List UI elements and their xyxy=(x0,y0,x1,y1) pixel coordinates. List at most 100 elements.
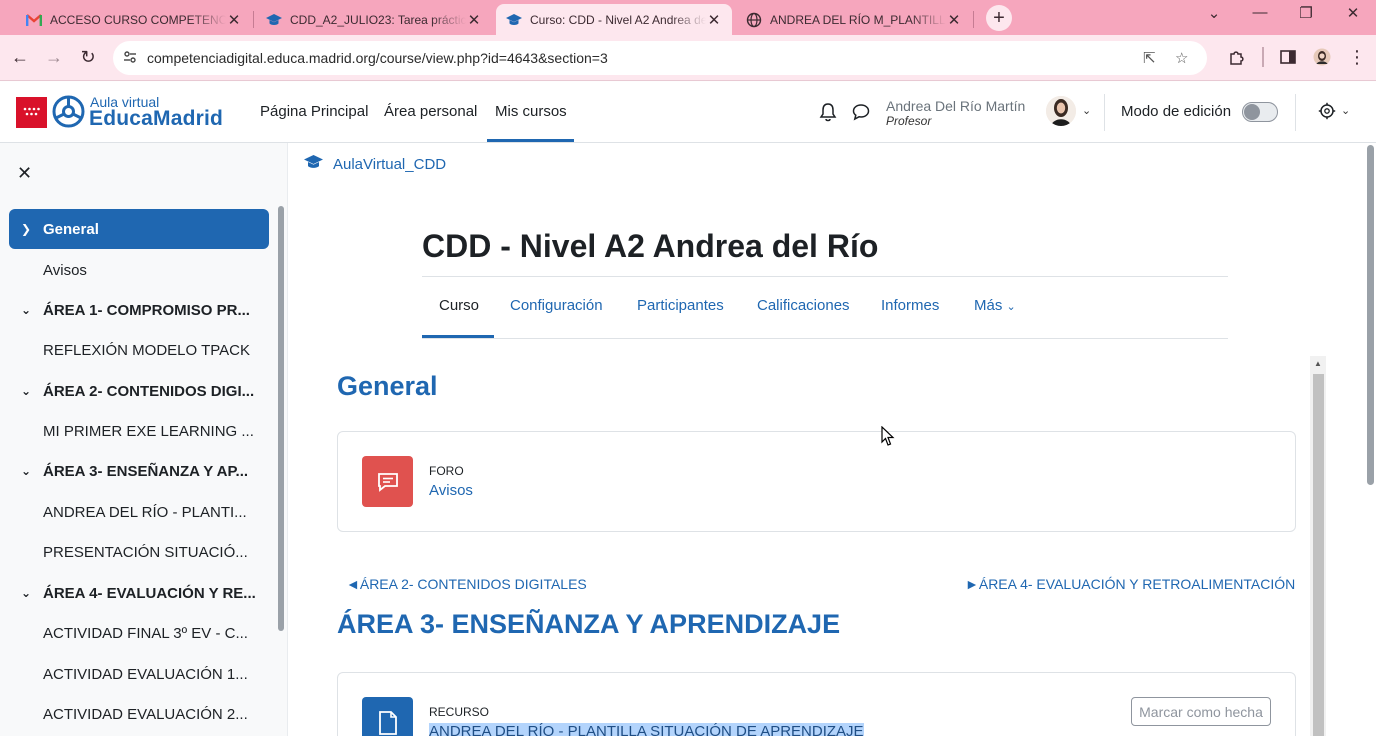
restore-window-icon[interactable]: ❐ xyxy=(1291,4,1321,22)
share-icon[interactable]: ⇱ xyxy=(1143,49,1156,67)
browser-tab-course-active[interactable]: Curso: CDD - Nivel A2 Andrea del Río ✕ xyxy=(496,4,732,35)
address-bar[interactable]: competenciadigital.educa.madrid.org/cour… xyxy=(113,41,1207,75)
course-secondary-nav: Curso Configuración Participantes Califi… xyxy=(422,277,1228,339)
bookmark-star-icon[interactable]: ☆ xyxy=(1175,49,1188,67)
course-index-section-area1[interactable]: ⌄ ÁREA 1- COMPROMISO PR... xyxy=(9,290,269,330)
side-panel-icon[interactable] xyxy=(1276,45,1300,69)
notifications-bell-icon[interactable] xyxy=(819,102,837,127)
nav-link-mis-cursos[interactable]: Mis cursos xyxy=(495,103,567,120)
tab-mas-label: Más xyxy=(974,297,1003,314)
new-tab-plus-icon[interactable]: + xyxy=(986,5,1012,31)
tab-mas[interactable]: Más ⌄ xyxy=(974,297,1016,314)
nav-link-pagina-principal[interactable]: Página Principal xyxy=(260,103,368,120)
scroll-up-arrow-icon[interactable]: ▲ xyxy=(1314,359,1322,368)
chevron-down-icon[interactable]: ❯ xyxy=(9,222,43,236)
active-nav-indicator xyxy=(487,139,574,142)
file-document-icon[interactable] xyxy=(362,697,413,736)
close-tab-icon[interactable]: ✕ xyxy=(466,11,482,29)
educamadrid-logo-icon[interactable] xyxy=(52,95,85,128)
course-index-item-actividad-final[interactable]: ACTIVIDAD FINAL 3º EV - C... xyxy=(9,613,269,653)
minimize-window-icon[interactable]: — xyxy=(1245,4,1275,21)
profile-avatar-icon[interactable] xyxy=(1310,45,1334,69)
browser-menu-icon[interactable]: ⋮ xyxy=(1345,45,1369,69)
course-index-label: MI PRIMER EXE LEARNING ... xyxy=(43,422,254,440)
course-index-label: ÁREA 3- ENSEÑANZA Y AP... xyxy=(43,462,249,480)
forward-arrow-icon[interactable]: → xyxy=(42,45,66,69)
tab-informes[interactable]: Informes xyxy=(881,297,939,314)
page-title: CDD - Nivel A2 Andrea del Río xyxy=(422,228,879,264)
browser-toolbar: ← → ↻ competenciadigital.educa.madrid.or… xyxy=(0,35,1376,81)
chevron-down-icon[interactable]: ⌄ xyxy=(9,464,43,478)
globe-icon xyxy=(746,12,762,28)
browser-tab-gmail[interactable]: ACCESO CURSO COMPETENCIA DIGITAL ✕ xyxy=(16,4,252,35)
course-index-item-evaluacion-2[interactable]: ACTIVIDAD EVALUACIÓN 2... xyxy=(9,694,269,734)
gmail-icon xyxy=(26,12,42,28)
course-index-section-general[interactable]: ❯ General xyxy=(9,209,269,249)
chevron-down-icon[interactable]: ⌄ xyxy=(9,586,43,600)
forum-icon[interactable] xyxy=(362,456,413,507)
course-index-label: General xyxy=(43,220,99,238)
browser-tab-strip: ACCESO CURSO COMPETENCIA DIGITAL ✕ CDD_A… xyxy=(0,0,1376,35)
course-index-item-evaluacion-1[interactable]: ACTIVIDAD EVALUACIÓN 1... xyxy=(9,654,269,694)
messages-chat-icon[interactable] xyxy=(852,103,870,126)
reload-icon[interactable]: ↻ xyxy=(76,45,100,69)
chevron-down-icon[interactable]: ⌄ xyxy=(9,303,43,317)
tab-configuracion[interactable]: Configuración xyxy=(510,297,603,314)
comunidad-madrid-flag-logo[interactable] xyxy=(16,97,47,128)
tab-participantes[interactable]: Participantes xyxy=(637,297,724,314)
section-heading-area3: ÁREA 3- ENSEÑANZA Y APRENDIZAJE xyxy=(337,609,841,639)
chevron-down-icon[interactable]: ⌄ xyxy=(9,384,43,398)
tab-search-chevron-icon[interactable]: ⌄ xyxy=(1199,4,1229,22)
browser-tab-plantilla[interactable]: ANDREA DEL RÍO M_PLANTILLA ✕ xyxy=(736,4,972,35)
settings-chevron-icon[interactable]: ⌄ xyxy=(1341,104,1350,117)
user-role: Profesor xyxy=(886,114,932,128)
course-index-section-area2[interactable]: ⌄ ÁREA 2- CONTENIDOS DIGI... xyxy=(9,371,269,411)
course-index-item-exe-learning[interactable]: MI PRIMER EXE LEARNING ... xyxy=(9,411,269,451)
course-index-label: ÁREA 2- CONTENIDOS DIGI... xyxy=(43,382,255,400)
course-index-label: ANDREA DEL RÍO - PLANTI... xyxy=(43,503,247,521)
tab-calificaciones[interactable]: Calificaciones xyxy=(757,297,850,314)
edit-mode-toggle[interactable] xyxy=(1242,102,1278,122)
site-info-icon[interactable] xyxy=(123,50,137,69)
previous-section-link[interactable]: ◄ÁREA 2- CONTENIDOS DIGITALES xyxy=(346,576,587,592)
user-menu-chevron-icon[interactable]: ⌄ xyxy=(1082,104,1091,117)
activity-type-label: FORO xyxy=(429,464,464,478)
close-tab-icon[interactable]: ✕ xyxy=(226,11,242,29)
next-section-link[interactable]: ►ÁREA 4- EVALUACIÓN Y RETROALIMENTACIÓN xyxy=(965,576,1295,592)
course-index-item-reflexion[interactable]: REFLEXIÓN MODELO TPACK xyxy=(9,330,269,370)
course-index-section-area4[interactable]: ⌄ ÁREA 4- EVALUACIÓN Y RE... xyxy=(9,573,269,613)
course-index-item-plantilla[interactable]: ANDREA DEL RÍO - PLANTI... xyxy=(9,492,269,532)
user-name[interactable]: Andrea Del Río Martín xyxy=(886,98,1025,114)
browser-tab-tarea[interactable]: CDD_A2_JULIO23: Tarea práctica ✕ xyxy=(256,4,492,35)
activity-type-label: RECURSO xyxy=(429,705,490,719)
mouse-pointer-icon xyxy=(881,425,895,452)
activity-link-avisos[interactable]: Avisos xyxy=(429,482,473,499)
tab-curso[interactable]: Curso xyxy=(439,297,479,314)
course-index-section-area3[interactable]: ⌄ ÁREA 3- ENSEÑANZA Y AP... xyxy=(9,451,269,491)
course-index-item-avisos[interactable]: Avisos xyxy=(9,250,269,290)
close-tab-icon[interactable]: ✕ xyxy=(706,11,722,29)
mark-as-done-button[interactable]: Marcar como hecha xyxy=(1131,697,1271,726)
course-index-label: Avisos xyxy=(43,261,87,279)
browser-tab-title: Curso: CDD - Nivel A2 Andrea del Río xyxy=(530,12,706,27)
close-drawer-icon[interactable]: ✕ xyxy=(17,163,32,184)
breadcrumb-link-aulavirtual[interactable]: AulaVirtual_CDD xyxy=(333,156,446,173)
browser-tab-title: ANDREA DEL RÍO M_PLANTILLA xyxy=(770,12,946,27)
extensions-puzzle-icon[interactable] xyxy=(1224,45,1248,69)
nav-link-area-personal[interactable]: Área personal xyxy=(384,103,477,120)
user-avatar[interactable] xyxy=(1046,96,1076,126)
moodle-cap-icon xyxy=(506,12,522,28)
browser-tab-title: ACCESO CURSO COMPETENCIA DIGITAL xyxy=(50,12,226,27)
page-scrollbar[interactable] xyxy=(1367,145,1374,485)
close-window-icon[interactable]: ✕ xyxy=(1338,4,1368,22)
content-scrollbar-thumb[interactable] xyxy=(1313,374,1324,736)
activity-link-plantilla[interactable]: ANDREA DEL RÍO - PLANTILLA SITUACIÓN DE … xyxy=(429,723,864,736)
tab-separator xyxy=(253,11,254,28)
course-index-item-presentacion[interactable]: PRESENTACIÓN SITUACIÓ... xyxy=(9,532,269,572)
site-navbar: Aula virtual EducaMadrid Página Principa… xyxy=(0,82,1376,143)
close-tab-icon[interactable]: ✕ xyxy=(946,11,962,29)
graduation-cap-icon xyxy=(304,154,323,174)
accessibility-settings-icon[interactable] xyxy=(1318,102,1336,125)
drawer-scrollbar[interactable] xyxy=(278,206,284,631)
back-arrow-icon[interactable]: ← xyxy=(8,45,32,69)
